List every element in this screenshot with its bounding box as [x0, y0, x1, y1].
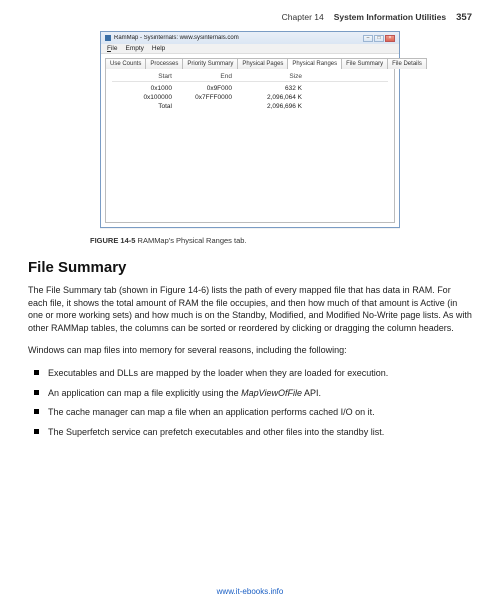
page-footer: www.it-ebooks.info [0, 587, 500, 596]
table-header-row: Start End Size [112, 73, 388, 82]
col-size[interactable]: Size [232, 73, 302, 80]
paragraph: The File Summary tab (shown in Figure 14… [28, 284, 472, 334]
tab-panel: Start End Size 0x1000 0x9F000 632 K 0x10… [105, 68, 395, 223]
tab-file-details[interactable]: File Details [387, 58, 427, 69]
figure-text: RAMMap's Physical Ranges tab. [135, 236, 246, 245]
table-row: 0x100000 0x7FFF0000 2,096,064 K [112, 93, 388, 102]
tab-processes[interactable]: Processes [145, 58, 183, 69]
cell: Total [112, 102, 172, 111]
list-item: An application can map a file explicitly… [34, 387, 472, 400]
paragraph: Windows can map files into memory for se… [28, 344, 472, 357]
cell: 632 K [232, 84, 302, 93]
cell: 0x100000 [112, 93, 172, 102]
chapter-label: Chapter 14 [282, 12, 324, 22]
maximize-button[interactable]: □ [374, 35, 384, 42]
figure-caption: FIGURE 14-5 RAMMap's Physical Ranges tab… [90, 236, 472, 245]
figure-label: FIGURE 14-5 [90, 236, 135, 245]
cell: 2,096,696 K [232, 102, 302, 111]
tab-physical-ranges[interactable]: Physical Ranges [287, 58, 342, 69]
col-start[interactable]: Start [112, 73, 172, 80]
titlebar: RamMap - Sysinternals: www.sysinternals.… [101, 32, 399, 44]
tab-priority-summary[interactable]: Priority Summary [182, 58, 238, 69]
chapter-title: System Information Utilities [334, 12, 446, 22]
app-icon [105, 35, 111, 41]
tab-physical-pages[interactable]: Physical Pages [237, 58, 288, 69]
tab-use-counts[interactable]: Use Counts [105, 58, 146, 69]
cell [172, 102, 232, 111]
menu-help[interactable]: Help [152, 45, 165, 52]
list-item: The Superfetch service can prefetch exec… [34, 426, 472, 439]
cell: 0x9F000 [172, 84, 232, 93]
minimize-button[interactable]: – [363, 35, 373, 42]
close-button[interactable]: × [385, 35, 395, 42]
menu-file[interactable]: File [107, 45, 118, 52]
tab-file-summary[interactable]: File Summary [341, 58, 388, 69]
col-end[interactable]: End [172, 73, 232, 80]
cell: 2,096,064 K [232, 93, 302, 102]
cell: 0x1000 [112, 84, 172, 93]
menubar: File Empty Help [101, 44, 399, 54]
section-heading: File Summary [28, 259, 472, 276]
window-title: RamMap - Sysinternals: www.sysinternals.… [114, 35, 360, 41]
table-row: 0x1000 0x9F000 632 K [112, 84, 388, 93]
bullet-list: Executables and DLLs are mapped by the l… [28, 367, 472, 438]
menu-empty[interactable]: Empty [126, 45, 144, 52]
list-item: Executables and DLLs are mapped by the l… [34, 367, 472, 380]
ranges-table: Start End Size 0x1000 0x9F000 632 K 0x10… [112, 73, 388, 111]
cell: 0x7FFF0000 [172, 93, 232, 102]
list-item: The cache manager can map a file when an… [34, 406, 472, 419]
tabs: Use Counts Processes Priority Summary Ph… [105, 58, 395, 69]
page-header: Chapter 14 System Information Utilities … [28, 12, 472, 23]
footer-link[interactable]: www.it-ebooks.info [217, 587, 284, 596]
page-number: 357 [456, 12, 472, 23]
rammap-window: RamMap - Sysinternals: www.sysinternals.… [100, 31, 400, 228]
table-row: Total 2,096,696 K [112, 102, 388, 111]
